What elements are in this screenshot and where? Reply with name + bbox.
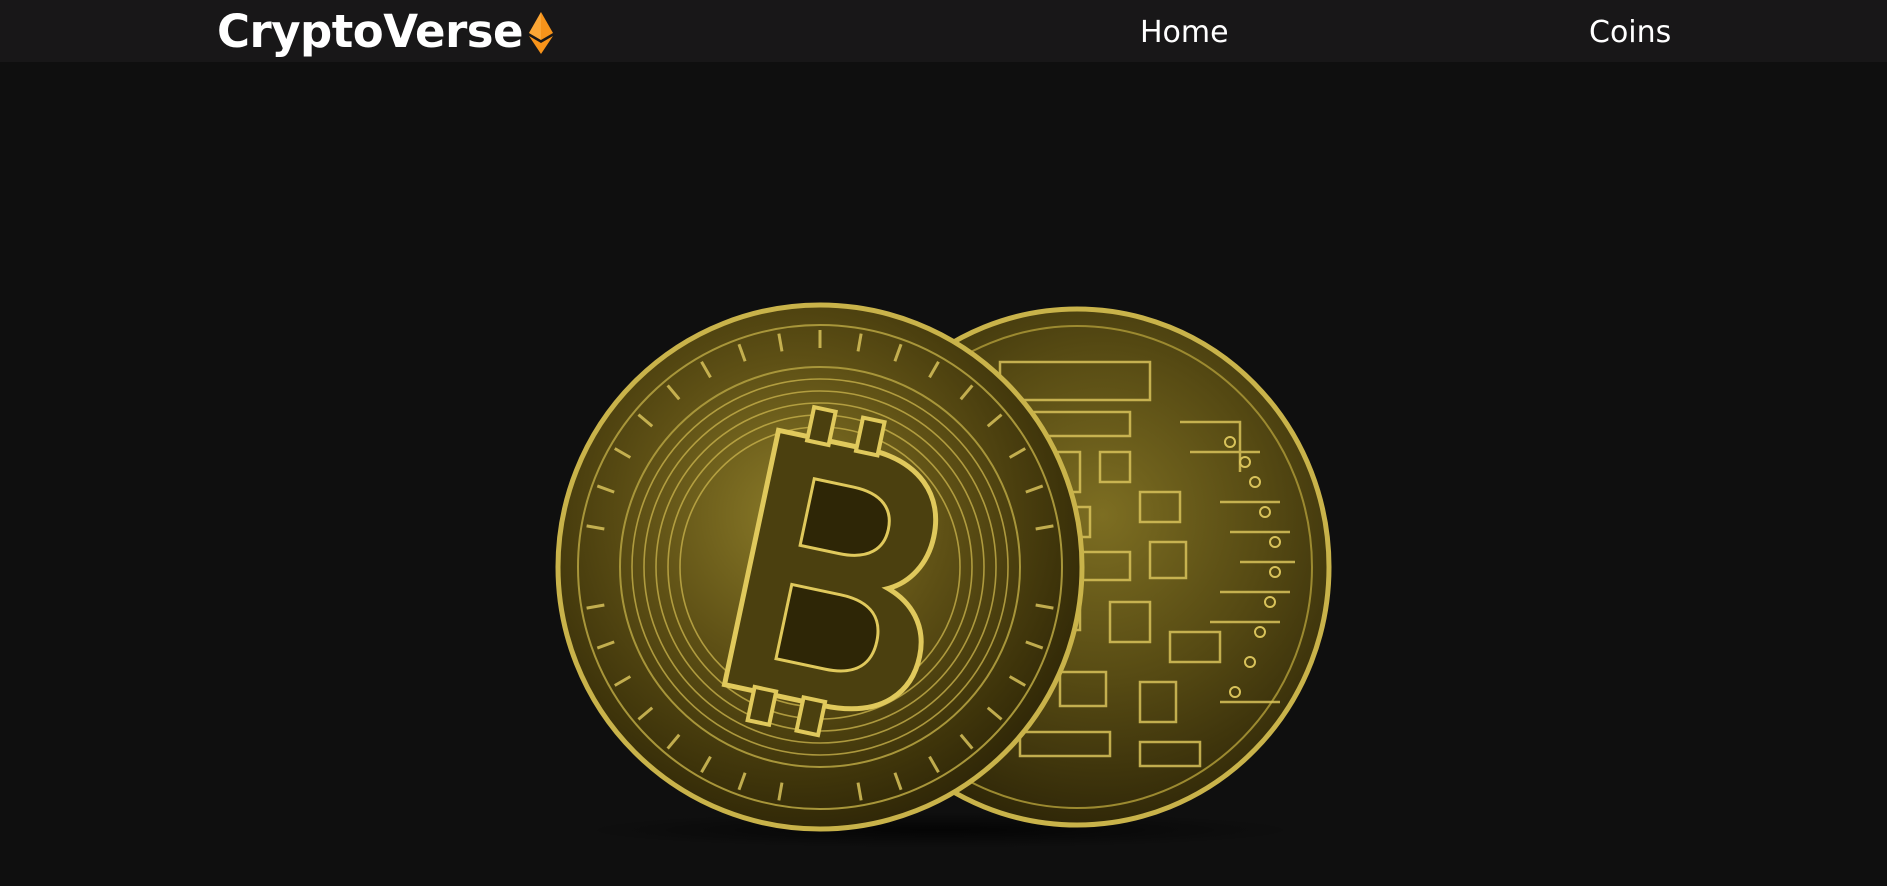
ethereum-icon <box>529 12 554 54</box>
navbar: CryptoVerse Home Coins <box>0 0 1887 62</box>
nav-link-home[interactable]: Home <box>1140 14 1229 52</box>
brand-name: CryptoVerse <box>217 5 524 58</box>
front-coin <box>555 302 1085 832</box>
hero-section <box>0 62 1887 886</box>
nav-link-coins[interactable]: Coins <box>1589 14 1671 52</box>
bitcoin-coins-image <box>555 302 1332 848</box>
brand-logo[interactable]: CryptoVerse <box>217 5 554 58</box>
